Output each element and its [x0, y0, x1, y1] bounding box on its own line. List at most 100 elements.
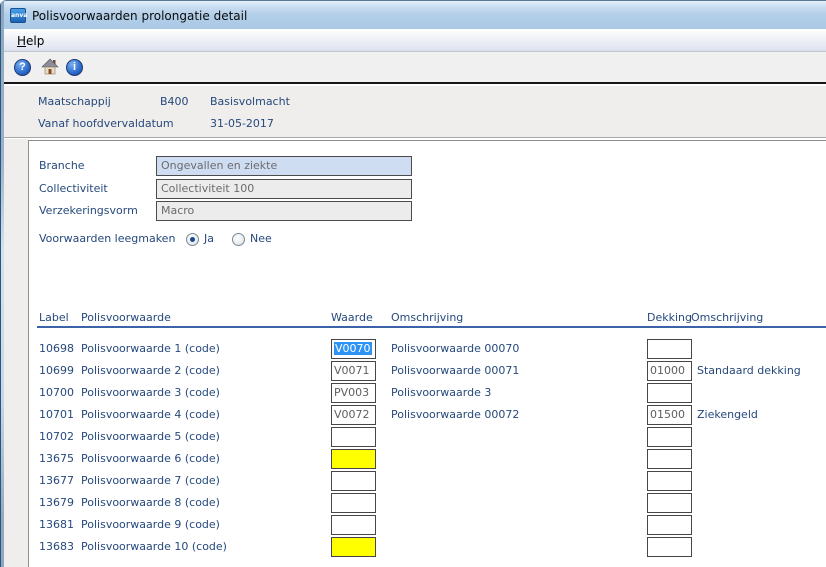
- maatschappij-label: Maatschappij: [38, 95, 111, 108]
- waarde-text: V0071: [334, 364, 370, 377]
- row-polisvoorwaarde: Polisvoorwaarde 5 (code): [81, 430, 220, 443]
- row-polisvoorwaarde: Polisvoorwaarde 9 (code): [81, 518, 220, 531]
- toolbar: ? i: [1, 52, 826, 84]
- hoofdvervaldatum-value: 31-05-2017: [210, 117, 274, 130]
- waarde-input[interactable]: [331, 537, 376, 557]
- grid-row: 13681 Polisvoorwaarde 9 (code): [29, 515, 826, 537]
- col-header-omschrijving: Omschrijving: [391, 311, 464, 324]
- menu-item-help[interactable]: Help: [10, 32, 51, 50]
- grid-row: 13679 Polisvoorwaarde 8 (code): [29, 493, 826, 515]
- waarde-text: V0070: [334, 342, 372, 355]
- question-circle-icon: ?: [14, 59, 31, 76]
- waarde-input[interactable]: [331, 493, 376, 513]
- row-omschrijving: Polisvoorwaarde 3: [391, 386, 492, 399]
- dekking-input[interactable]: [647, 515, 692, 535]
- row-label: 10700: [39, 386, 74, 399]
- row-polisvoorwaarde: Polisvoorwaarde 7 (code): [81, 474, 220, 487]
- grid-row: 13683 Polisvoorwaarde 10 (code): [29, 537, 826, 559]
- row-label: 13675: [39, 452, 74, 465]
- radio-nee-label[interactable]: Nee: [250, 229, 272, 249]
- company-info-band: Maatschappij B400 Basisvolmacht Vanaf ho…: [4, 86, 826, 138]
- app-icon: anva: [10, 8, 27, 23]
- waarde-input[interactable]: [331, 515, 376, 535]
- row-polisvoorwaarde: Polisvoorwaarde 2 (code): [81, 364, 220, 377]
- help-button[interactable]: ?: [14, 58, 33, 77]
- row-omschrijving: Polisvoorwaarde 00070: [391, 342, 520, 355]
- title-bar: anva Polisvoorwaarden prolongatie detail: [0, 0, 826, 29]
- verzekeringsvorm-field[interactable]: Macro: [156, 201, 412, 221]
- dekking-input[interactable]: 01000: [647, 361, 692, 381]
- grid-row: 10701 Polisvoorwaarde 4 (code) V0072 Pol…: [29, 405, 826, 427]
- row-polisvoorwaarde: Polisvoorwaarde 4 (code): [81, 408, 220, 421]
- row-polisvoorwaarde: Polisvoorwaarde 1 (code): [81, 342, 220, 355]
- grid-row: 10700 Polisvoorwaarde 3 (code) PV003 Pol…: [29, 383, 826, 405]
- row-label: 13681: [39, 518, 74, 531]
- col-header-label: Label: [39, 311, 69, 324]
- grid-header: Label Polisvoorwaarde Waarde Omschrijvin…: [29, 311, 826, 325]
- waarde-input[interactable]: V0072: [331, 405, 376, 425]
- application-window: anva Polisvoorwaarden prolongatie detail…: [0, 0, 826, 567]
- detail-panel: Branche Ongevallen en ziekte Collectivit…: [28, 140, 826, 567]
- row-omschrijving: Polisvoorwaarde 00071: [391, 364, 520, 377]
- dekking-input[interactable]: [647, 383, 692, 403]
- waarde-input[interactable]: V0071: [331, 361, 376, 381]
- waarde-input[interactable]: V0070: [331, 339, 376, 359]
- dekking-input[interactable]: [647, 427, 692, 447]
- verzekeringsvorm-label: Verzekeringsvorm: [39, 204, 138, 217]
- row-label: 10702: [39, 430, 74, 443]
- row-polisvoorwaarde: Polisvoorwaarde 6 (code): [81, 452, 220, 465]
- waarde-text: V0072: [334, 408, 370, 421]
- dekking-text: 01500: [650, 408, 685, 421]
- grid-row: 10702 Polisvoorwaarde 5 (code): [29, 427, 826, 449]
- radio-dot: [190, 237, 195, 242]
- menu-bar: Help: [1, 29, 826, 52]
- grid-row: 10698 Polisvoorwaarde 1 (code) V0070 Pol…: [29, 339, 826, 361]
- dekking-input[interactable]: [647, 339, 692, 359]
- waarde-input[interactable]: PV003: [331, 383, 376, 403]
- col-header-omschrijving-2: Omschrijving: [691, 311, 764, 324]
- waarde-input[interactable]: [331, 449, 376, 469]
- row-dekking-omschrijving: Standaard dekking: [697, 364, 801, 377]
- info-circle-icon: i: [66, 59, 83, 76]
- dekking-input[interactable]: [647, 471, 692, 491]
- window-title: Polisvoorwaarden prolongatie detail: [32, 9, 248, 23]
- radio-ja[interactable]: [186, 233, 199, 246]
- voorwaarden-leegmaken-label: Voorwaarden leegmaken: [39, 232, 176, 245]
- waarde-input[interactable]: [331, 427, 376, 447]
- row-dekking-omschrijving: Ziekengeld: [697, 408, 758, 421]
- dekking-input[interactable]: [647, 449, 692, 469]
- radio-ja-label[interactable]: Ja: [204, 229, 214, 249]
- window-frame-left: [0, 0, 4, 567]
- collectiviteit-label: Collectiviteit: [39, 182, 108, 195]
- row-polisvoorwaarde: Polisvoorwaarde 3 (code): [81, 386, 220, 399]
- row-polisvoorwaarde: Polisvoorwaarde 8 (code): [81, 496, 220, 509]
- row-label: 13677: [39, 474, 74, 487]
- dekking-input[interactable]: [647, 537, 692, 557]
- row-polisvoorwaarde: Polisvoorwaarde 10 (code): [81, 540, 227, 553]
- grid-row: 13677 Polisvoorwaarde 7 (code): [29, 471, 826, 493]
- row-label: 13679: [39, 496, 74, 509]
- dekking-input[interactable]: [647, 493, 692, 513]
- collectiviteit-field[interactable]: Collectiviteit 100: [156, 179, 412, 199]
- branche-field[interactable]: Ongevallen en ziekte: [156, 156, 412, 176]
- row-label: 13683: [39, 540, 74, 553]
- hoofdvervaldatum-label: Vanaf hoofdvervaldatum: [38, 117, 174, 130]
- col-header-polisvoorwaarde: Polisvoorwaarde: [81, 311, 171, 324]
- dekking-input[interactable]: 01500: [647, 405, 692, 425]
- col-header-dekking: Dekking: [647, 311, 692, 324]
- grid-row: 13675 Polisvoorwaarde 6 (code): [29, 449, 826, 471]
- row-label: 10698: [39, 342, 74, 355]
- grid-rows: 10698 Polisvoorwaarde 1 (code) V0070 Pol…: [29, 339, 826, 559]
- home-button[interactable]: [40, 58, 59, 77]
- grid-row: 10699 Polisvoorwaarde 2 (code) V0071 Pol…: [29, 361, 826, 383]
- dekking-text: 01000: [650, 364, 685, 377]
- waarde-input[interactable]: [331, 471, 376, 491]
- home-icon: [40, 58, 59, 78]
- info-button[interactable]: i: [66, 58, 85, 77]
- col-header-waarde: Waarde: [331, 311, 373, 324]
- maatschappij-name: Basisvolmacht: [210, 95, 290, 108]
- maatschappij-code: B400: [160, 95, 189, 108]
- row-label: 10701: [39, 408, 74, 421]
- waarde-text: PV003: [334, 386, 370, 399]
- radio-nee[interactable]: [232, 233, 245, 246]
